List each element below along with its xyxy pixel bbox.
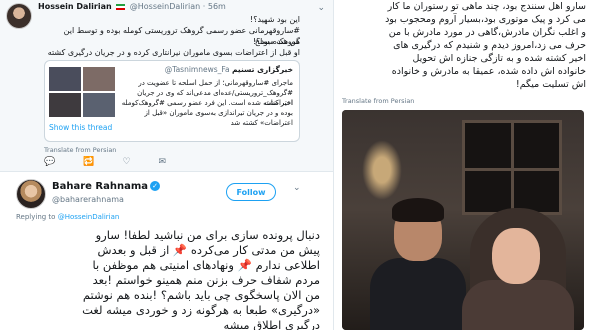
verified-badge-icon: ✓ xyxy=(150,181,161,191)
replying-to: Replying to @HosseinDalirian xyxy=(16,213,119,221)
photo-window xyxy=(462,120,562,215)
author-handle[interactable]: @baharerahnama xyxy=(52,195,124,204)
photo-person-woman xyxy=(462,280,574,330)
retweet-icon[interactable]: 🔁 xyxy=(83,157,94,167)
reply-icon[interactable]: 💬 xyxy=(44,157,55,167)
tweet-text-line: حرف می زد،امروز دیدم و شنیدم که درگیری ه… xyxy=(393,40,586,51)
tweet-text-line: هم شده بود؟! xyxy=(252,37,300,46)
replying-handle-link[interactable]: @HosseinDalirian xyxy=(58,213,120,221)
author-handle[interactable]: @HosseinDalirian · 56m xyxy=(130,2,226,11)
tweet-text-line: درگیری اطلاق میشه xyxy=(223,318,320,330)
photo-hair-young-man xyxy=(392,198,444,222)
tweet-text-line: اخیر کشته شده و به تازگی جنازه اش تحویل xyxy=(412,53,586,64)
tweet-text-line: اش تسلیت میگم! xyxy=(515,79,586,90)
replying-prefix: Replying to xyxy=(16,213,56,221)
photo-person-young-man xyxy=(370,258,466,330)
iran-flag-icon xyxy=(116,3,126,10)
author-name[interactable]: Bahare Rahnama xyxy=(52,181,148,192)
photo-face-woman xyxy=(492,228,540,284)
quoted-tweet-image[interactable] xyxy=(49,67,115,117)
tweet-actions: 💬 🔁 ♡ ✉ xyxy=(44,157,166,167)
author-name[interactable]: Hossein Dalirian xyxy=(38,2,112,11)
photo-lamp xyxy=(362,140,402,200)
tweet-photo[interactable] xyxy=(342,110,584,330)
tweet-text-line: دنبال پرونده سازی برای من نباشید لطفا! س… xyxy=(95,228,320,242)
avatar[interactable] xyxy=(6,3,32,29)
chevron-down-icon[interactable]: ⌄ xyxy=(317,3,325,13)
tweet-text-line: و اغلب نگران مادرش،گاهی در مورد مادرش با… xyxy=(388,27,586,38)
tweet-hossein-dalirian: Hossein Dalirian @HosseinDalirian · 56m … xyxy=(0,0,333,172)
quoted-text-line: ماجرای #ساروقهرمانی؛ از حمل اسلحه تا عضو… xyxy=(138,79,293,87)
tweet-text-line: این بود شهید؟! xyxy=(249,15,300,24)
quoted-text-line: اخیر کشته شده است. این فرد عضو رسمی #گرو… xyxy=(121,99,293,107)
tweet-text-line: اطلاعی ندارم 📌 ونهادهای امنیتی هم موظفن … xyxy=(92,258,320,272)
tweet-text-line: پیش من مدتی کار می‌کرده 📌 از قبل و بعدش xyxy=(97,243,321,257)
thumb-image xyxy=(49,67,81,91)
author-name-row: Bahare Rahnama ✓ xyxy=(52,181,161,192)
thumb-image xyxy=(83,93,115,117)
quoted-text-line: اعتراضات» کشته شد xyxy=(230,119,293,127)
translate-link[interactable]: Translate from Persian xyxy=(44,146,116,154)
quoted-tweet[interactable]: @Tasnimnews_Fa خبرگزاری تسنیم ماجرای #سا… xyxy=(44,60,300,142)
direct-message-icon[interactable]: ✉ xyxy=(159,157,167,167)
quoted-text-line: بوده و در جریان تیراندازی به‌سوی ماموران… xyxy=(144,109,293,117)
left-column: Hossein Dalirian @HosseinDalirian · 56m … xyxy=(0,0,333,330)
follow-button[interactable]: Follow xyxy=(226,183,276,201)
right-column: سارو اهل سنندج بود، چند ماهی تو رستوران … xyxy=(333,0,590,330)
tweet-text-line: سارو اهل سنندج بود، چند ماهی تو رستوران … xyxy=(387,1,586,12)
translate-link[interactable]: Translate from Persian xyxy=(342,97,414,105)
chevron-down-icon[interactable]: ⌄ xyxy=(293,183,301,193)
quoted-author-name[interactable]: خبرگزاری تسنیم xyxy=(232,65,293,74)
quoted-author-handle[interactable]: @Tasnimnews_Fa xyxy=(165,65,230,74)
quoted-tweet-header: @Tasnimnews_Fa خبرگزاری تسنیم xyxy=(165,65,293,74)
avatar[interactable] xyxy=(16,179,46,209)
like-icon[interactable]: ♡ xyxy=(122,157,130,167)
show-thread-link[interactable]: Show this thread xyxy=(49,123,112,132)
tweet-text-line: «درگیری» طبعا به هرگونه زد و خوردی میشه … xyxy=(82,303,320,317)
tweet-text-line: می کرد و پیک موتوری بود،بسیار آروم ومحجو… xyxy=(385,14,586,25)
thumb-image xyxy=(49,93,81,117)
thumb-image xyxy=(83,67,115,91)
tweet-text-line: من الان پاسخگوی چی باید باشم؟ !بنده هم ن… xyxy=(82,288,320,302)
tweet-text-line: مردم شفاف حرف بزنن منم همینو خواستم !بعد xyxy=(92,273,320,287)
tweet-header: Hossein Dalirian @HosseinDalirian · 56m xyxy=(38,2,226,11)
tweet-text-line: خانواده اش داده شده، عمیقا به مادرش و خا… xyxy=(391,66,586,77)
